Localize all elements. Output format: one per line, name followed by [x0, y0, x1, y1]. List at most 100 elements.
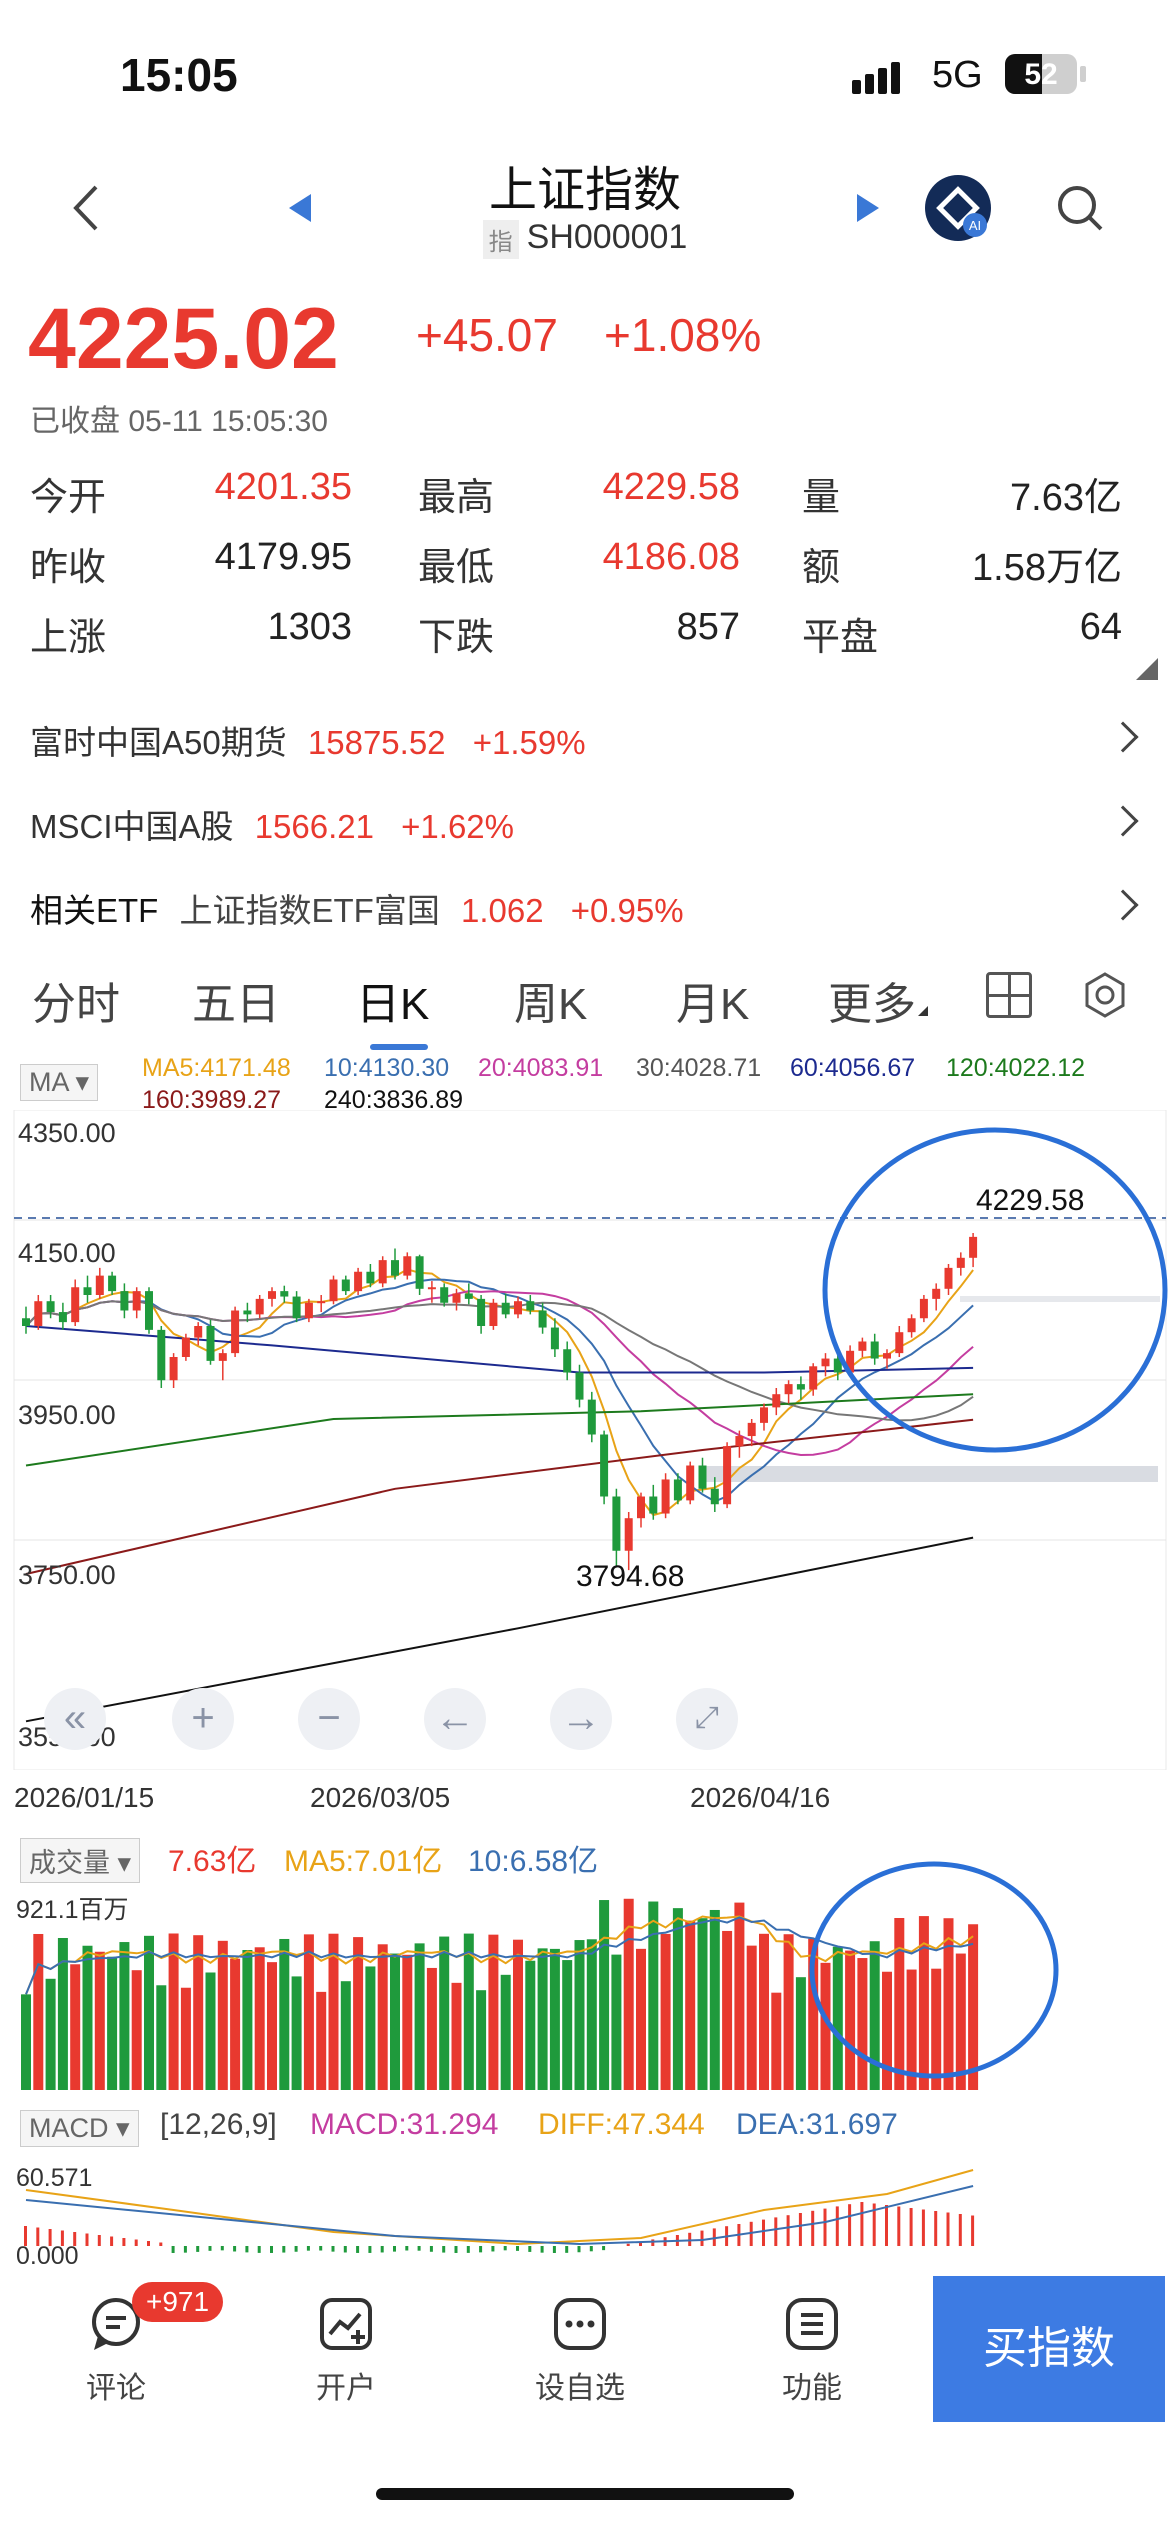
nav-label: 开户 — [316, 2372, 376, 2405]
volume-bar — [586, 1939, 597, 2090]
nav-add-watchlist[interactable]: 设自选 — [510, 2296, 650, 2407]
volume-bar — [353, 1937, 364, 2090]
minus-icon: − — [317, 1696, 341, 1740]
arrow-left-icon: ← — [435, 1696, 475, 1740]
zoom-in-button[interactable]: + — [172, 1688, 234, 1750]
candle — [317, 1301, 326, 1304]
nav-functions[interactable]: 功能 — [742, 2296, 882, 2407]
candle — [329, 1279, 338, 1302]
volume-selector[interactable]: 成交量 ▾ — [20, 1838, 141, 1883]
ma-indicator-selector[interactable]: MA ▾ — [20, 1064, 99, 1101]
volume-bar — [476, 1990, 487, 2090]
volume-bar — [377, 1944, 388, 2090]
related-a50-futures[interactable]: 富时中国A50期货 15875.52 +1.59% — [30, 716, 586, 764]
related-msci-china-a[interactable]: MSCI中国A股 1566.21 +1.62% — [30, 800, 514, 848]
buy-index-button[interactable]: 买指数 — [933, 2276, 1165, 2422]
candle — [735, 1436, 744, 1447]
candle — [83, 1287, 92, 1295]
rewind-button[interactable]: « — [44, 1688, 106, 1750]
volume-bar — [746, 1945, 757, 2090]
macd-bar — [48, 2229, 52, 2246]
volume-bar — [426, 1967, 437, 2090]
macd-bar — [343, 2246, 347, 2253]
macd-bar — [958, 2214, 962, 2246]
macd-bar — [171, 2246, 175, 2253]
candle — [95, 1275, 104, 1295]
macd-bar — [552, 2246, 556, 2253]
ai-icon: AI — [925, 175, 991, 241]
volume-bar — [549, 1948, 560, 2090]
macd-bar — [245, 2246, 249, 2253]
chevron-right-icon[interactable] — [1107, 805, 1139, 837]
tab-weekly-k[interactable]: 周K — [514, 968, 587, 1032]
candle — [243, 1310, 252, 1315]
index-code: 指 SH000001 — [0, 218, 1170, 259]
candle — [501, 1302, 510, 1315]
market-status-label: 已收盘 — [30, 405, 120, 438]
grid-layout-button[interactable] — [986, 972, 1032, 1018]
chevron-right-icon[interactable] — [1107, 721, 1139, 753]
search-button[interactable] — [1050, 178, 1110, 238]
macd-bar — [577, 2246, 581, 2253]
volume-bar — [808, 1938, 819, 2090]
macd-selector[interactable]: MACD ▾ — [20, 2110, 139, 2147]
nav-label: 评论 — [86, 2372, 146, 2405]
chevron-right-icon[interactable] — [1107, 889, 1139, 921]
macd-chart[interactable] — [0, 2160, 1170, 2270]
tab-more[interactable]: 更多 — [828, 968, 916, 1032]
candle — [514, 1301, 522, 1315]
volume-bar — [316, 1991, 327, 2090]
macd-bar — [528, 2246, 532, 2252]
candle — [883, 1353, 891, 1359]
ai-assistant-button[interactable]: AI — [922, 172, 994, 244]
candle — [538, 1310, 547, 1328]
candle — [304, 1302, 313, 1319]
related-name: MSCI中国A股 — [30, 808, 234, 845]
macd-bar — [257, 2246, 261, 2253]
status-bar: 15:05 5G 52 — [0, 0, 1170, 150]
macd-bar — [331, 2246, 335, 2252]
next-index-button[interactable] — [848, 188, 888, 228]
zoom-out-button[interactable]: − — [298, 1688, 360, 1750]
expand-corner-icon[interactable] — [1136, 658, 1158, 680]
double-left-icon: « — [63, 1696, 87, 1740]
tab-five-day[interactable]: 五日 — [192, 968, 280, 1032]
volume-bar — [119, 1942, 130, 2090]
macd-bar — [97, 2235, 101, 2246]
stat-label-high: 最高 — [418, 477, 495, 519]
volume-bar — [180, 1987, 191, 2090]
candle — [710, 1488, 719, 1505]
candle — [661, 1479, 670, 1514]
candle — [415, 1256, 424, 1289]
fullscreen-button[interactable]: ⤢ — [676, 1688, 738, 1750]
settings-button[interactable] — [1082, 972, 1128, 1023]
candle — [526, 1301, 535, 1311]
volume-bar — [45, 1978, 56, 2090]
candle — [772, 1394, 781, 1408]
home-indicator — [376, 2488, 794, 2500]
macd-bar — [73, 2232, 77, 2246]
price-change-percent: +1.08% — [604, 309, 762, 361]
tab-daily-k[interactable]: 日K — [356, 968, 429, 1032]
related-price: 1.062 — [461, 892, 544, 929]
candle — [895, 1332, 904, 1354]
x-date-label: 2026/01/15 — [14, 1782, 155, 1813]
candle — [587, 1399, 596, 1435]
scroll-right-button[interactable]: → — [550, 1688, 612, 1750]
scroll-left-button[interactable]: ← — [424, 1688, 486, 1750]
volume-bar — [156, 1985, 167, 2090]
candle — [341, 1279, 350, 1292]
tab-intraday[interactable]: 分时 — [32, 968, 120, 1032]
macd-bar — [516, 2246, 519, 2251]
volume-bar — [439, 1936, 450, 2090]
svg-text:AI: AI — [969, 218, 981, 233]
volume-chart[interactable] — [0, 1880, 1170, 2090]
volume-bar — [82, 1945, 93, 2090]
macd-bar — [885, 2205, 888, 2246]
candle — [796, 1384, 805, 1390]
candle — [108, 1275, 117, 1292]
volume-bar — [734, 1902, 745, 2090]
related-etf[interactable]: 相关ETF 上证指数ETF富国 1.062 +0.95% — [30, 884, 684, 932]
tab-monthly-k[interactable]: 月K — [676, 968, 749, 1032]
nav-open-account[interactable]: 开户 — [276, 2296, 416, 2407]
